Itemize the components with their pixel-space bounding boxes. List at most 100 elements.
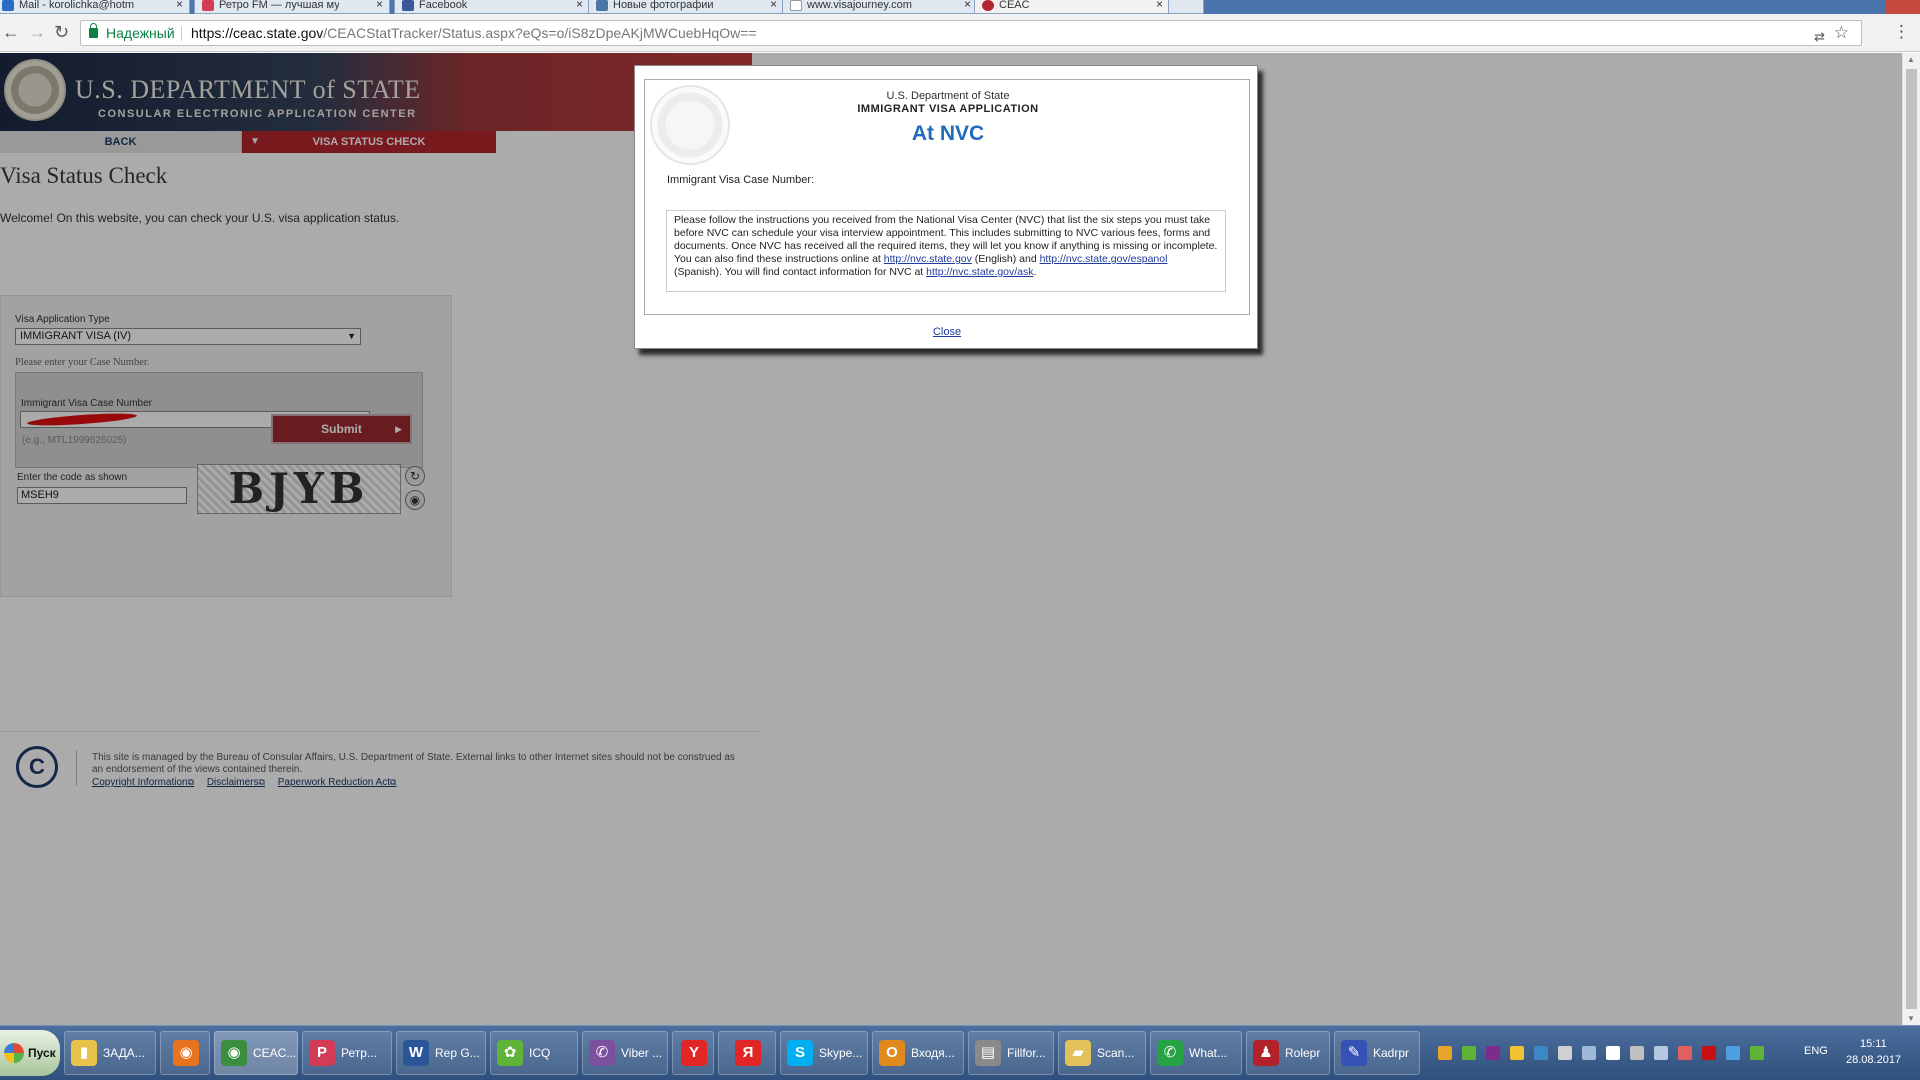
taskbar-explorer-folder[interactable]: ▮ ЗАДА...: [64, 1031, 156, 1075]
tray-icon[interactable]: [1486, 1046, 1500, 1060]
status-result-dialog: U.S. Department of State IMMIGRANT VISA …: [634, 65, 1258, 349]
tray-icon[interactable]: [1750, 1046, 1764, 1060]
language-indicator[interactable]: ENG: [1804, 1045, 1828, 1057]
taskbar-label: Входя...: [911, 1046, 955, 1060]
firefox-icon: ◉: [173, 1040, 199, 1066]
taskbar-retro-fm[interactable]: Р Ретр...: [302, 1031, 392, 1075]
tray-icon[interactable]: [1654, 1046, 1668, 1060]
taskbar-kadrpr[interactable]: ✎ Kadrpr: [1334, 1031, 1420, 1075]
scanner-folder-icon: ▰: [1065, 1040, 1091, 1066]
new-tab-button[interactable]: [1168, 0, 1204, 14]
close-icon[interactable]: ×: [770, 0, 777, 11]
reload-icon[interactable]: ↻: [54, 22, 69, 42]
close-link[interactable]: Close: [933, 326, 961, 338]
bookmark-star-icon[interactable]: ☆: [1834, 21, 1849, 45]
person-icon: ♟: [1253, 1040, 1279, 1066]
tray-icon[interactable]: [1462, 1046, 1476, 1060]
start-button[interactable]: Пуск: [0, 1030, 60, 1076]
tray-icon[interactable]: [1558, 1046, 1572, 1060]
taskbar-skype[interactable]: S Skype...: [780, 1031, 868, 1075]
taskbar-yandex[interactable]: Я: [718, 1031, 776, 1075]
tray-icon[interactable]: [1534, 1046, 1548, 1060]
yandex-browser-icon: Y: [681, 1040, 707, 1066]
icq-flower-icon: ✿: [497, 1040, 523, 1066]
dialog-case-number-label: Immigrant Visa Case Number:: [667, 174, 815, 186]
scroll-thumb[interactable]: [1906, 69, 1917, 1009]
tab-mail[interactable]: Mail - korolichka@hotm ×: [0, 0, 190, 14]
tray-icon[interactable]: [1606, 1046, 1620, 1060]
retro-fm-icon: [202, 0, 214, 11]
taskbar-firefox[interactable]: ◉: [160, 1031, 210, 1075]
tray-icon[interactable]: [1726, 1046, 1740, 1060]
url-text[interactable]: https://ceac.state.gov/CEACStatTracker/S…: [191, 21, 757, 45]
minimize-button[interactable]: [1818, 0, 1852, 14]
scroll-up-icon[interactable]: ▲: [1907, 55, 1915, 64]
taskbar-scan[interactable]: ▰ Scan...: [1058, 1031, 1146, 1075]
tray-icon[interactable]: [1438, 1046, 1452, 1060]
close-icon[interactable]: ×: [576, 0, 583, 11]
folder-icon: ▮: [71, 1040, 97, 1066]
taskbar-label: What...: [1189, 1046, 1228, 1060]
taskbar-whatsapp[interactable]: ✆ What...: [1150, 1031, 1242, 1075]
instruction-text: (Spanish). You will find contact informa…: [674, 266, 927, 278]
nvc-ask-link[interactable]: http://nvc.state.gov/ask: [926, 266, 1033, 278]
browser-toolbar: ← → ↻ Надежный https://ceac.state.gov/CE…: [0, 14, 1920, 52]
tab-ceac[interactable]: CEAC ×: [974, 0, 1170, 14]
pen-icon: ✎: [1341, 1040, 1367, 1066]
dialog-department: U.S. Department of State: [886, 90, 1010, 102]
window-close-button[interactable]: [1886, 0, 1920, 14]
taskbar-rolepr[interactable]: ♟ Rolepr: [1246, 1031, 1330, 1075]
taskbar-fillform[interactable]: ▤ Fillfor...: [968, 1031, 1054, 1075]
address-bar[interactable]: Надежный https://ceac.state.gov/CEACStat…: [80, 20, 1862, 46]
taskbar-chrome-ceac[interactable]: ◉ CEAC...: [214, 1031, 298, 1075]
taskbar-label: Skype...: [819, 1046, 863, 1060]
taskbar-icq[interactable]: ✿ ICQ: [490, 1031, 578, 1075]
tray-icon[interactable]: [1702, 1046, 1716, 1060]
clock-time[interactable]: 15:11: [1860, 1038, 1887, 1050]
browser-menu-icon[interactable]: ⋮: [1893, 22, 1910, 42]
taskbar-viber[interactable]: ✆ Viber ...: [582, 1031, 668, 1075]
close-icon[interactable]: ×: [376, 0, 383, 11]
vertical-scrollbar[interactable]: ▲ ▼: [1902, 53, 1920, 1025]
document-icon: ▤: [975, 1040, 1001, 1066]
tray-icon[interactable]: [1678, 1046, 1692, 1060]
back-arrow-icon[interactable]: ←: [2, 22, 20, 42]
page-viewport: U.S. DEPARTMENT of STATE CONSULAR ELECTR…: [0, 53, 1902, 1025]
tab-vk-photos[interactable]: Новые фотографии ×: [588, 0, 784, 14]
word-icon: W: [403, 1040, 429, 1066]
scroll-down-icon[interactable]: ▼: [1907, 1014, 1915, 1023]
nvc-spanish-link[interactable]: http://nvc.state.gov/espanol: [1040, 253, 1168, 265]
tab-title: Mail - korolichka@hotm: [19, 0, 135, 11]
case-status: At NVC: [911, 122, 985, 145]
tab-strip: Mail - korolichka@hotm × Ретро FM — лучш…: [0, 0, 1920, 14]
taskbar-label: ЗАДА...: [103, 1046, 145, 1060]
close-icon[interactable]: ×: [176, 0, 183, 11]
clock-date[interactable]: 28.08.2017: [1846, 1054, 1901, 1066]
whatsapp-icon: ✆: [1157, 1040, 1183, 1066]
system-tray: [1432, 1031, 1764, 1075]
tab-facebook[interactable]: Facebook ×: [394, 0, 590, 14]
tab-retro-fm[interactable]: Ретро FM — лучшая му ×: [194, 0, 390, 14]
window-controls: [1818, 0, 1920, 14]
tray-icon[interactable]: [1582, 1046, 1596, 1060]
taskbar-word-doc[interactable]: W Rep G...: [396, 1031, 486, 1075]
taskbar-label: Fillfor...: [1007, 1046, 1046, 1060]
close-icon[interactable]: ×: [964, 0, 971, 11]
url-path: /CEACStatTracker/Status.aspx?eQs=o/iS8zD…: [323, 25, 757, 41]
tab-visajourney[interactable]: www.visajourney.com ×: [782, 0, 978, 14]
dialog-content: U.S. Department of State IMMIGRANT VISA …: [644, 79, 1250, 315]
maximize-button[interactable]: [1852, 0, 1886, 14]
taskbar-yandex-browser[interactable]: Y: [672, 1031, 714, 1075]
close-icon[interactable]: ×: [1156, 0, 1163, 11]
tray-icon[interactable]: [1630, 1046, 1644, 1060]
taskbar-outlook-inbox[interactable]: O Входя...: [872, 1031, 964, 1075]
tray-icon[interactable]: [1510, 1046, 1524, 1060]
facebook-icon: [402, 0, 414, 11]
taskbar-label: ICQ: [529, 1046, 551, 1060]
forward-arrow-icon[interactable]: →: [28, 22, 46, 42]
divider: [181, 26, 182, 41]
page-icon: [790, 0, 802, 11]
dialog-application-type: IMMIGRANT VISA APPLICATION: [857, 103, 1039, 115]
translate-icon[interactable]: ⇄: [1814, 25, 1825, 49]
nvc-english-link[interactable]: http://nvc.state.gov: [884, 253, 972, 265]
